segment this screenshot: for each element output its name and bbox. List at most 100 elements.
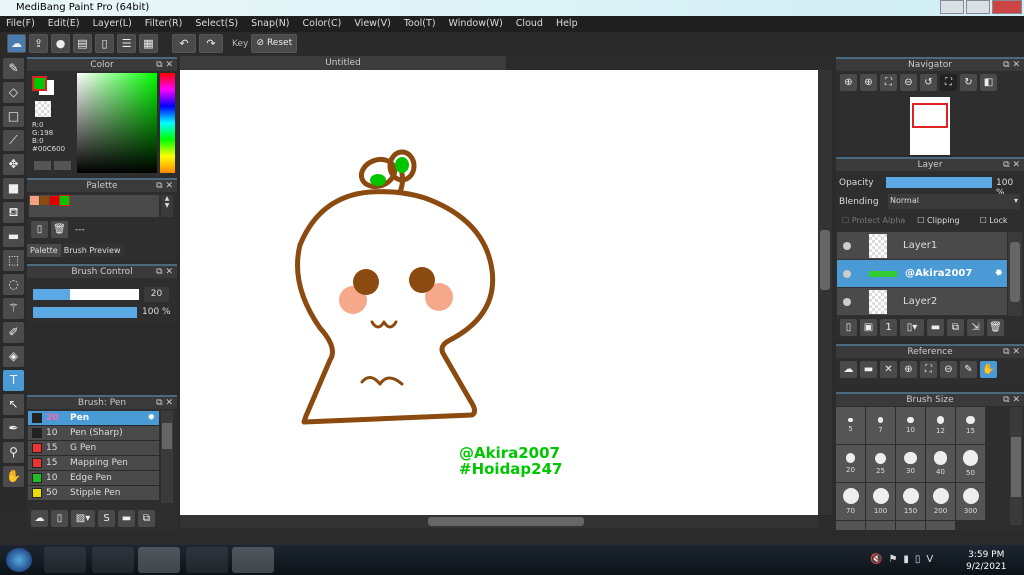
brush-size-slider[interactable]: [33, 289, 139, 300]
vertical-scrollbar[interactable]: [818, 70, 832, 515]
move-tool-icon[interactable]: ✥: [3, 154, 24, 175]
select-tool-icon[interactable]: ⬚: [3, 250, 24, 271]
reset-button[interactable]: ⊘ Reset: [251, 34, 298, 53]
reference-hand-icon[interactable]: ✋: [980, 361, 997, 378]
layer-row[interactable]: @Akira2007 ✹: [837, 260, 1007, 288]
color-swap-button[interactable]: [54, 161, 71, 170]
delete-layer-icon[interactable]: 🗑: [987, 319, 1004, 336]
brush-size-option[interactable]: 40: [926, 445, 955, 482]
brush-size-scrollbar[interactable]: [1010, 407, 1022, 525]
panel-close-icon[interactable]: ⧉ ✕: [1003, 394, 1020, 406]
panel-close-icon[interactable]: ⧉ ✕: [156, 59, 173, 71]
comment-icon[interactable]: ●: [51, 34, 70, 53]
brush-item[interactable]: 50 Stipple Pen: [28, 486, 159, 501]
menu-item[interactable]: Filter(R): [145, 16, 189, 32]
menu-item[interactable]: Layer(L): [93, 16, 138, 32]
brush-size-option[interactable]: 150: [896, 483, 925, 520]
horizontal-scrollbar[interactable]: [180, 515, 818, 528]
transparent-swatch[interactable]: [35, 101, 51, 117]
brush-size-option[interactable]: 10: [896, 407, 925, 444]
zoom-fit-icon[interactable]: ⊕: [840, 74, 857, 91]
protect-alpha-checkbox[interactable]: ☐ Protect Alpha: [842, 216, 905, 225]
select-eraser-tool-icon[interactable]: ◈: [3, 346, 24, 367]
brush-tool-icon[interactable]: ✎: [3, 58, 24, 79]
reference-eyedropper-icon[interactable]: ✎: [960, 361, 977, 378]
panel-close-icon[interactable]: ⧉ ✕: [1003, 159, 1020, 171]
brush-item[interactable]: 20 Pen ✹: [28, 411, 159, 426]
add-brush-menu-icon[interactable]: ▨▾: [71, 510, 95, 527]
new-palette-icon[interactable]: ▯: [31, 221, 48, 238]
add-layer-menu-icon[interactable]: ▯▾: [900, 319, 924, 336]
clock-time[interactable]: 3:59 PM: [966, 549, 1006, 561]
brush-size-option[interactable]: [926, 521, 955, 530]
duplicate-brush-icon[interactable]: ⧉: [138, 510, 155, 527]
medibang-icon[interactable]: [232, 547, 274, 573]
menu-item[interactable]: Snap(N): [251, 16, 295, 32]
chrome-icon[interactable]: [138, 547, 180, 573]
layer-folder-icon[interactable]: ▬: [927, 319, 944, 336]
brush-size-option[interactable]: 70: [836, 483, 865, 520]
rotate-left-icon[interactable]: ↺: [920, 74, 937, 91]
new-color-layer-icon[interactable]: ▣: [860, 319, 877, 336]
drawing-canvas[interactable]: @Akira2007 #Hoidap247: [180, 70, 818, 515]
divide-tool-icon[interactable]: ✒: [3, 418, 24, 439]
brush-size-option[interactable]: 7: [866, 407, 895, 444]
brush-size-option[interactable]: 5: [836, 407, 865, 444]
panel-close-icon[interactable]: ⧉ ✕: [1003, 59, 1020, 71]
brush-size-option[interactable]: 30: [896, 445, 925, 482]
new-layer-icon[interactable]: ▯: [840, 319, 857, 336]
brush-item[interactable]: 10 Edge Pen: [28, 471, 159, 486]
gradient-tool-icon[interactable]: ▬: [3, 226, 24, 247]
brush-size-option[interactable]: 100: [866, 483, 895, 520]
grid-icon[interactable]: ▦: [139, 34, 158, 53]
new-1bit-layer-icon[interactable]: 1: [880, 319, 897, 336]
zoom-in-icon[interactable]: ⊕: [860, 74, 877, 91]
menu-item[interactable]: File(F): [6, 16, 41, 32]
panel-close-icon[interactable]: ⧉ ✕: [156, 266, 173, 278]
brush-size-option[interactable]: 300: [956, 483, 985, 520]
palette-swatch[interactable]: [50, 196, 59, 205]
layer-scrollbar[interactable]: [1008, 232, 1022, 316]
color-mode-button[interactable]: [34, 161, 51, 170]
brush-size-option[interactable]: 25: [866, 445, 895, 482]
menu-item[interactable]: Tool(T): [404, 16, 442, 32]
brush-size-option[interactable]: 20: [836, 445, 865, 482]
magic-wand-tool-icon[interactable]: ⚚: [3, 298, 24, 319]
brush-size-value[interactable]: 20: [144, 287, 169, 302]
foreground-color-swatch[interactable]: [32, 76, 47, 91]
folder-icon[interactable]: ▬: [118, 510, 135, 527]
cloud-icon[interactable]: ☁: [7, 34, 26, 53]
delete-palette-icon[interactable]: 🗑: [51, 221, 68, 238]
brush-item[interactable]: 15 G Pen: [28, 441, 159, 456]
flip-icon[interactable]: ◧: [980, 74, 997, 91]
palette-swatch[interactable]: [30, 196, 39, 205]
maximize-button[interactable]: [966, 0, 990, 14]
reference-zoom-in-icon[interactable]: ⊕: [900, 361, 917, 378]
rotate-right-icon[interactable]: ↻: [960, 74, 977, 91]
new-brush-icon[interactable]: ▯: [51, 510, 68, 527]
eraser-tool-icon[interactable]: ◇: [3, 82, 24, 103]
fill-rect-tool-icon[interactable]: ■: [3, 178, 24, 199]
fit-window-icon[interactable]: ⛶: [880, 74, 897, 91]
blending-select[interactable]: Normal ▾: [888, 194, 1020, 209]
lock-checkbox[interactable]: ☐ Lock: [980, 216, 1008, 225]
media-player-icon[interactable]: [44, 547, 86, 573]
list-icon[interactable]: ☰: [117, 34, 136, 53]
rectangle-tool-icon[interactable]: □: [3, 106, 24, 127]
brush-list-scrollbar[interactable]: [161, 411, 173, 503]
panel-close-icon[interactable]: ⧉ ✕: [156, 180, 173, 192]
minimize-button[interactable]: [940, 0, 964, 14]
palette-swatch[interactable]: [40, 196, 49, 205]
panel-close-icon[interactable]: ⧉ ✕: [156, 397, 173, 409]
palette-swatch[interactable]: [59, 195, 70, 206]
hue-slider[interactable]: [160, 73, 175, 173]
brush-size-option[interactable]: 12: [926, 407, 955, 444]
visibility-icon[interactable]: [843, 269, 851, 278]
document-icon[interactable]: ▯: [95, 34, 114, 53]
brush-size-option[interactable]: [896, 521, 925, 530]
lasso-tool-icon[interactable]: ◌: [3, 274, 24, 295]
menu-item[interactable]: Cloud: [516, 16, 549, 32]
select-pen-tool-icon[interactable]: ✐: [3, 322, 24, 343]
text-tool-icon[interactable]: T: [3, 370, 24, 391]
visibility-icon[interactable]: [843, 241, 851, 250]
